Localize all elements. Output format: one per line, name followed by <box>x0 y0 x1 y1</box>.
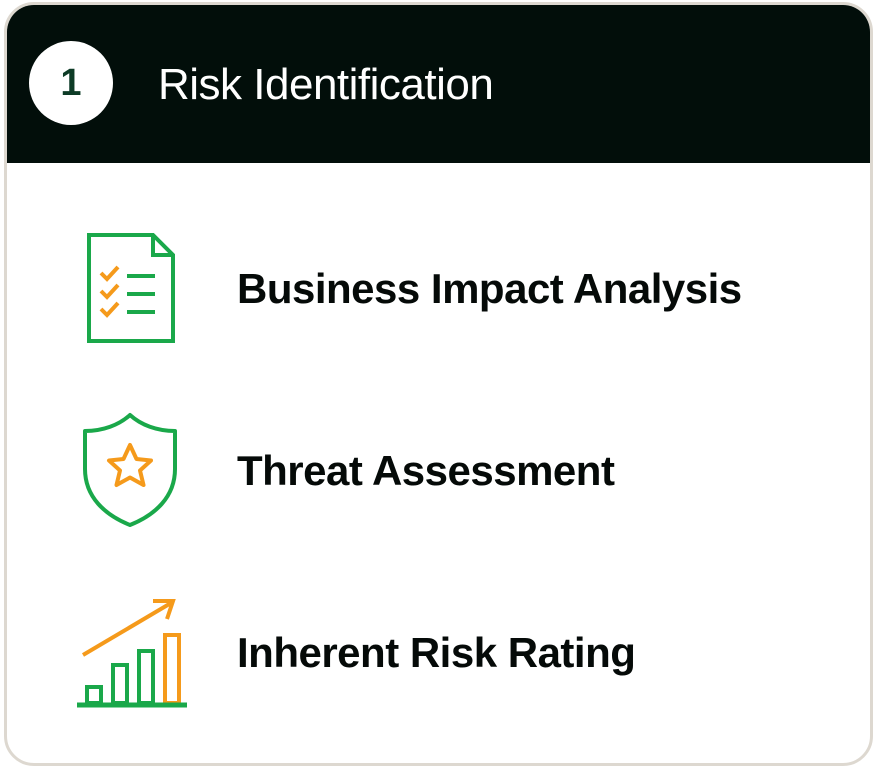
item-label: Threat Assessment <box>237 447 615 494</box>
checklist-document-icon <box>67 229 197 349</box>
shield-star-icon <box>67 411 197 531</box>
step-badge: 1 <box>29 41 113 125</box>
list-item-inherent-risk-rating: Inherent Risk Rating <box>67 593 857 713</box>
risk-identification-card: 1 Risk Identification Business Impact An… <box>4 2 873 766</box>
list-item-threat-assessment: Threat Assessment <box>67 411 857 531</box>
growth-chart-icon <box>67 593 197 713</box>
list-item-business-impact-analysis: Business Impact Analysis <box>67 229 857 349</box>
step-number: 1 <box>60 62 82 104</box>
header-title: Risk Identification <box>158 60 494 109</box>
item-label: Business Impact Analysis <box>237 265 742 312</box>
card-header: 1 Risk Identification <box>7 5 870 163</box>
item-label: Inherent Risk Rating <box>237 629 636 676</box>
